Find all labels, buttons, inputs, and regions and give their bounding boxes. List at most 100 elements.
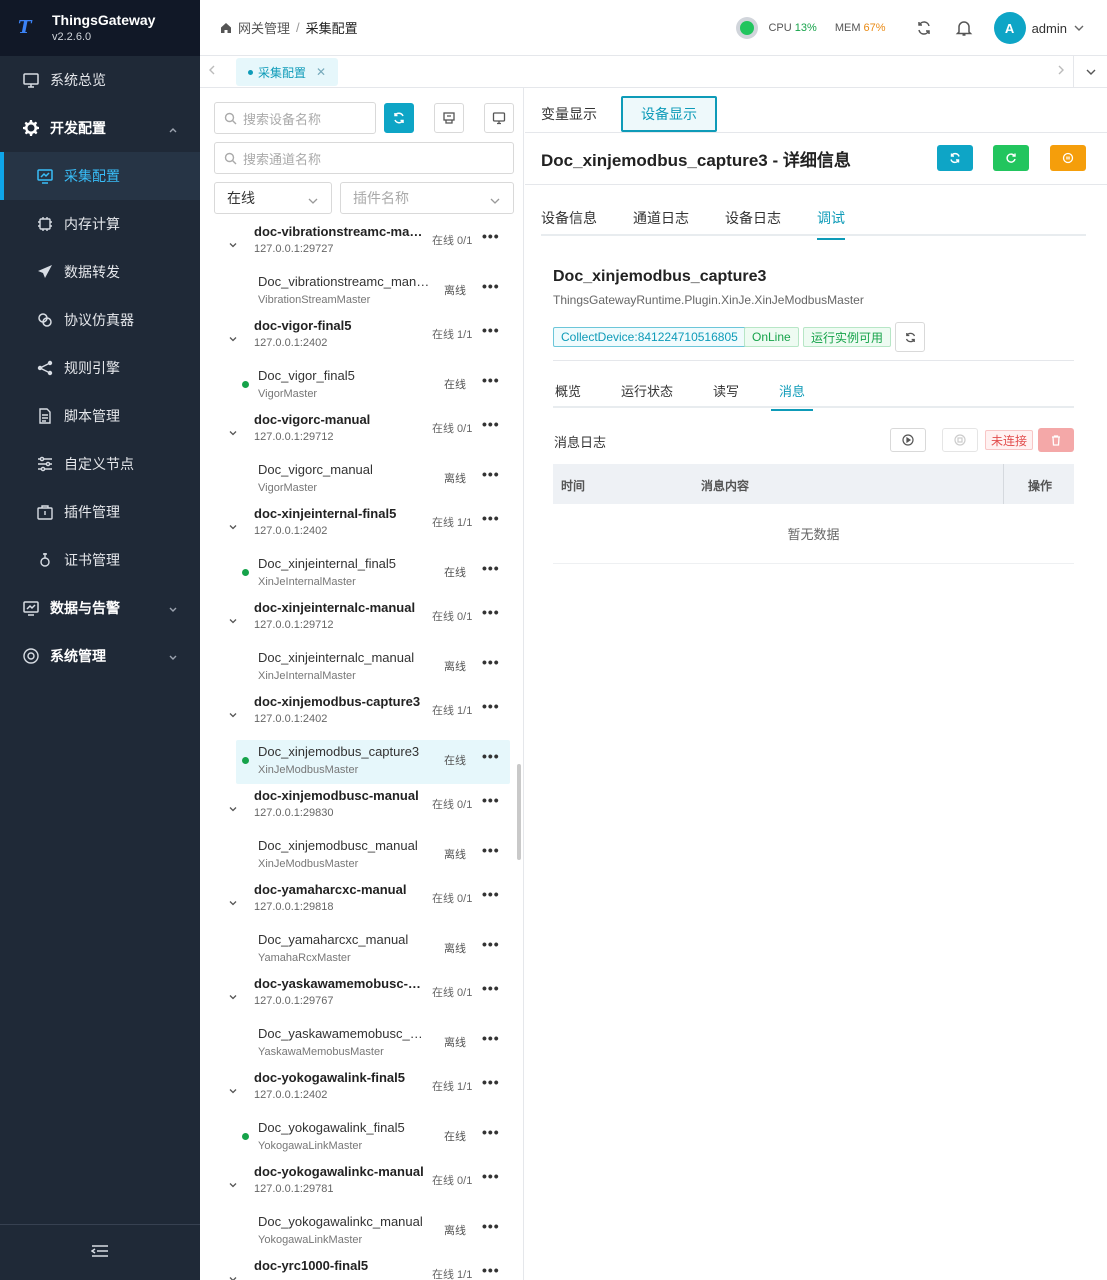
tab-channel-log[interactable]: 通道日志: [633, 208, 689, 228]
more-icon[interactable]: •••: [482, 980, 500, 996]
channel-node[interactable]: doc-yrc1000-final5 在线 1/1 •••: [200, 1258, 516, 1280]
channel-node[interactable]: doc-yamaharcxc-manual 127.0.0.1:29818 在线 0…: [200, 882, 516, 928]
refresh-icon[interactable]: [914, 18, 934, 38]
chevron-down-icon[interactable]: [1073, 22, 1085, 34]
export-button[interactable]: [434, 103, 464, 133]
channel-node[interactable]: doc-vigorc-manual 127.0.0.1:29712 在线 0/1 ••…: [200, 412, 516, 458]
device-node[interactable]: Doc_yamaharcxc_manual YamahaRcxMaster 离线 ••…: [236, 928, 510, 972]
more-icon[interactable]: •••: [482, 1218, 500, 1234]
tab-device-info[interactable]: 设备信息: [541, 208, 597, 228]
search-device-input[interactable]: 搜索设备名称: [214, 102, 376, 134]
sidebar-item-data-forward[interactable]: 数据转发: [0, 248, 200, 296]
tab-debug[interactable]: 调试: [817, 208, 845, 240]
close-icon[interactable]: ✕: [316, 65, 326, 79]
device-node[interactable]: Doc_yokogawalinkc_manual YokogawaLinkMast…: [236, 1210, 510, 1254]
collapse-sidebar-button[interactable]: [0, 1224, 200, 1280]
channel-node[interactable]: doc-yokogawalink-final5 127.0.0.1:2402 在线 …: [200, 1070, 516, 1116]
sidebar-item-certificate-management[interactable]: 证书管理: [0, 536, 200, 584]
channel-node[interactable]: doc-xinjeinternal-final5 127.0.0.1:2402 在线…: [200, 506, 516, 552]
more-icon[interactable]: •••: [482, 654, 500, 670]
more-icon[interactable]: •••: [482, 1262, 500, 1278]
sidebar-item-plugin-management[interactable]: 插件管理: [0, 488, 200, 536]
more-icon[interactable]: •••: [482, 604, 500, 620]
channel-node[interactable]: doc-xinjemodbusc-manual 127.0.0.1:29830 在线…: [200, 788, 516, 834]
device-node[interactable]: Doc_yaskawamemobusc_ma... YaskawaMemobusM…: [236, 1022, 510, 1066]
chevron-left-icon[interactable]: [206, 64, 220, 78]
sidebar-item-memory-compute[interactable]: 内存计算: [0, 200, 200, 248]
chevron-down-icon[interactable]: [228, 332, 238, 347]
chevron-down-icon[interactable]: [228, 1272, 238, 1280]
more-icon[interactable]: •••: [482, 510, 500, 526]
chevron-down-icon[interactable]: [228, 1084, 238, 1099]
device-node[interactable]: Doc_vibrationstreamc_manual VibrationStre…: [236, 270, 510, 314]
channel-node[interactable]: doc-yokogawalinkc-manual 127.0.0.1:29781 在…: [200, 1164, 516, 1210]
tab-message[interactable]: 消息: [770, 381, 814, 411]
channel-node[interactable]: doc-vibrationstreamc-man... 127.0.0.1:297…: [200, 224, 516, 270]
sidebar-item-custom-node[interactable]: 自定义节点: [0, 440, 200, 488]
more-icon[interactable]: •••: [482, 792, 500, 808]
device-node[interactable]: Doc_xinjemodbus_capture3 XinJeModbusMaste…: [236, 740, 510, 784]
pause-button[interactable]: [1050, 145, 1086, 171]
plugin-select[interactable]: 插件名称: [340, 182, 514, 214]
sidebar-item-script-management[interactable]: 脚本管理: [0, 392, 200, 440]
device-node[interactable]: Doc_xinjemodbusc_manual XinJeModbusMaster…: [236, 834, 510, 878]
channel-node[interactable]: doc-yaskawamemobusc-m... 127.0.0.1:29767 在…: [200, 976, 516, 1022]
more-icon[interactable]: •••: [482, 698, 500, 714]
display-toggle-button[interactable]: [484, 103, 514, 133]
search-channel-input[interactable]: 搜索通道名称: [214, 142, 514, 174]
more-icon[interactable]: •••: [482, 1030, 500, 1046]
channel-node[interactable]: doc-xinjemodbus-capture3 127.0.0.1:2402 在线…: [200, 694, 516, 740]
chevron-down-icon[interactable]: [228, 990, 238, 1005]
column-content[interactable]: 消息内容: [701, 477, 749, 494]
bell-icon[interactable]: [954, 18, 974, 38]
device-node[interactable]: Doc_yokogawalink_final5 YokogawaLinkMaste…: [236, 1116, 510, 1160]
device-node[interactable]: Doc_xinjeinternal_final5 XinJeInternalMas…: [236, 552, 510, 596]
device-node[interactable]: Doc_vigor_final5 VigorMaster 在线 •••: [236, 364, 510, 408]
more-icon[interactable]: •••: [482, 278, 500, 294]
tab-run-status[interactable]: 运行状态: [621, 381, 673, 400]
channel-node[interactable]: doc-vigor-final5 127.0.0.1:2402 在线 1/1 •••: [200, 318, 516, 364]
tabs-menu-button[interactable]: [1073, 56, 1107, 88]
refresh-tree-button[interactable]: [384, 103, 414, 133]
sidebar-item-protocol-simulator[interactable]: 协议仿真器: [0, 296, 200, 344]
more-icon[interactable]: •••: [482, 372, 500, 388]
device-node[interactable]: Doc_xinjeinternalc_manual XinJeInternalMa…: [236, 646, 510, 690]
more-icon[interactable]: •••: [482, 842, 500, 858]
tab-overview[interactable]: 概览: [555, 381, 581, 400]
more-icon[interactable]: •••: [482, 1124, 500, 1140]
avatar[interactable]: A: [993, 12, 1026, 44]
sidebar-item-collect-config[interactable]: 采集配置: [0, 152, 200, 200]
column-time[interactable]: 时间: [561, 477, 585, 494]
chevron-down-icon[interactable]: [228, 802, 238, 817]
sidebar-item-overview[interactable]: 系统总览: [0, 56, 200, 104]
more-icon[interactable]: •••: [482, 228, 500, 244]
sidebar-item-data-alarm[interactable]: 数据与告警: [0, 584, 200, 632]
more-icon[interactable]: •••: [482, 1074, 500, 1090]
chevron-down-icon[interactable]: [228, 1178, 238, 1193]
play-log-button[interactable]: [890, 428, 926, 452]
restart-button[interactable]: [993, 145, 1029, 171]
channel-node[interactable]: doc-xinjeinternalc-manual 127.0.0.1:29712…: [200, 600, 516, 646]
breadcrumb-item[interactable]: 网关管理: [238, 18, 290, 37]
more-icon[interactable]: •••: [482, 886, 500, 902]
more-icon[interactable]: •••: [482, 748, 500, 764]
more-icon[interactable]: •••: [482, 322, 500, 338]
user-name[interactable]: admin: [1032, 21, 1067, 36]
chevron-down-icon[interactable]: [228, 520, 238, 535]
tab-device-view[interactable]: 设备显示: [621, 96, 717, 132]
chevron-down-icon[interactable]: [228, 614, 238, 629]
stop-log-button[interactable]: [942, 428, 978, 452]
more-icon[interactable]: •••: [482, 416, 500, 432]
column-resizer[interactable]: [1003, 464, 1004, 504]
brand[interactable]: T ThingsGateway v2.2.6.0: [0, 0, 200, 56]
reload-status-button[interactable]: [895, 322, 925, 352]
tab-device-log[interactable]: 设备日志: [725, 208, 781, 228]
sidebar-item-rule-engine[interactable]: 规则引擎: [0, 344, 200, 392]
chevron-down-icon[interactable]: [228, 896, 238, 911]
tab-variable-view[interactable]: 变量显示: [541, 96, 597, 132]
chevron-right-icon[interactable]: [1055, 64, 1067, 79]
tree-scrollbar[interactable]: [517, 764, 521, 860]
more-icon[interactable]: •••: [482, 466, 500, 482]
more-icon[interactable]: •••: [482, 1168, 500, 1184]
status-select[interactable]: 在线: [214, 182, 332, 214]
